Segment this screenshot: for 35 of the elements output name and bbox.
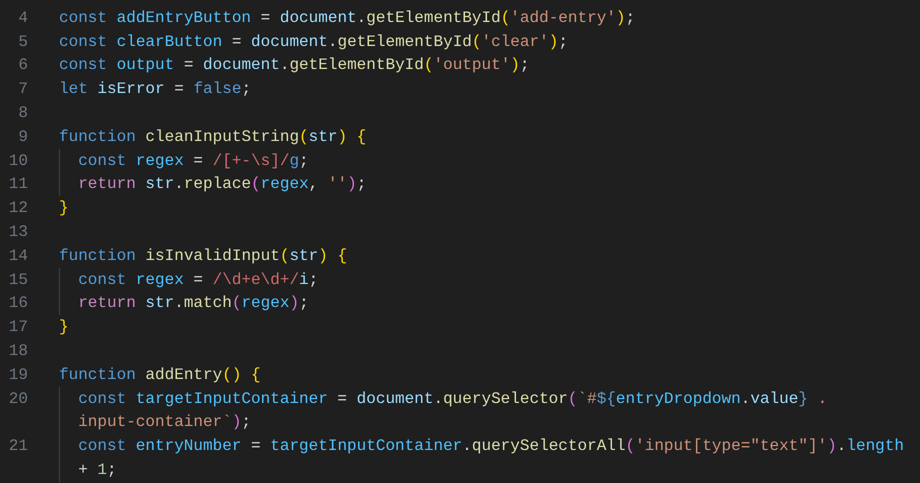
code-line: const targetInputContainer = document.querySelector(`#${entryDropdown.value} . [78,390,828,407]
line-number: 20 [8,390,28,407]
line-number: 9 [18,128,28,145]
line-number: 16 [8,295,28,312]
line-number: 17 [8,319,28,336]
line-number: 13 [8,224,28,240]
code-line: + 1; [78,462,117,478]
line-number: 19 [8,366,28,383]
line-number: 6 [18,57,28,74]
code-line: const clearButton = document.getElementById('clear'); [59,34,568,50]
line-number: 12 [8,200,28,216]
code-line: return str.replace(regex, ''); [78,176,366,192]
code-line: } [59,200,69,216]
line-number: 14 [8,248,28,264]
line-number: 5 [18,34,28,50]
code-line: input-container`); [78,414,252,430]
line-number: 18 [8,343,28,360]
code-line: return str.match(regex); [78,295,309,312]
line-number: 7 [18,81,28,98]
line-number: 4 [18,10,28,26]
code-line: let isError = false; [59,81,252,98]
code-line: const regex = /\d+e\d+/i; [78,272,318,288]
code-line: const addEntryButton = document.getElementById('add-entry'); [59,10,636,26]
line-number: 10 [8,152,28,169]
code-line: function cleanInputString(str) { [59,128,366,145]
code-line: function isInvalidInput(str) { [59,248,348,264]
code-line: function addEntry() { [59,366,261,383]
code-line: const regex = /[+-\s]/g; [78,152,309,169]
line-number: 11 [8,176,28,192]
line-number: 8 [18,105,28,122]
code-line: } [59,319,69,336]
line-number: 15 [8,272,28,288]
code-line: const entryNumber = targetInputContainer.querySelectorAll('input[type="text"]').length [78,438,904,454]
line-number: 21 [8,438,28,454]
code-line: const output = document.getElementById('output'); [59,57,530,74]
